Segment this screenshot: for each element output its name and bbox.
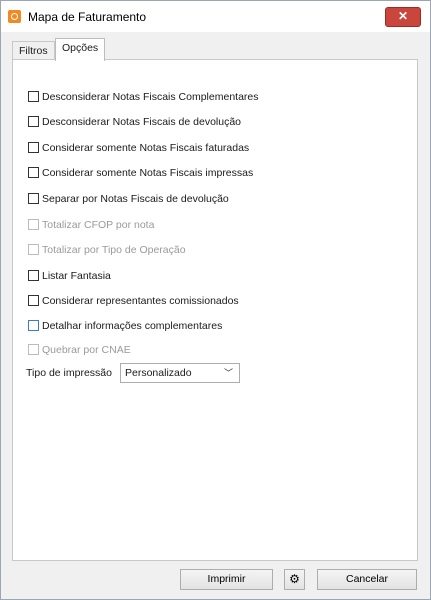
checkbox bbox=[28, 344, 39, 355]
close-button[interactable]: ✕ bbox=[385, 7, 421, 27]
option-totalizar-cfop: Totalizar CFOP por nota bbox=[28, 217, 154, 232]
window-title: Mapa de Faturamento bbox=[28, 10, 147, 24]
chevron-down-icon: ﹀ bbox=[223, 368, 233, 378]
print-type-label: Tipo de impressão bbox=[26, 367, 112, 379]
checkbox-label: Detalhar informações complementares bbox=[42, 319, 223, 332]
checkbox[interactable] bbox=[28, 116, 39, 127]
option-somente-nf-impressas[interactable]: Considerar somente Notas Fiscais impress… bbox=[28, 165, 253, 180]
print-type-value: Personalizado bbox=[125, 367, 192, 379]
tab-opcoes[interactable]: Opções bbox=[55, 38, 106, 61]
option-desconsiderar-nf-complementares[interactable]: Desconsiderar Notas Fiscais Complementar… bbox=[28, 89, 259, 104]
options-panel bbox=[12, 59, 418, 561]
tab-filtros[interactable]: Filtros bbox=[12, 41, 55, 60]
checkbox-label: Listar Fantasia bbox=[42, 269, 111, 282]
checkbox[interactable] bbox=[28, 167, 39, 178]
checkbox[interactable] bbox=[28, 91, 39, 102]
title-bar: Mapa de Faturamento ✕ bbox=[1, 1, 430, 32]
checkbox bbox=[28, 244, 39, 255]
checkbox[interactable] bbox=[28, 142, 39, 153]
option-separar-nf-devolucao[interactable]: Separar por Notas Fiscais de devolução bbox=[28, 191, 229, 206]
print-button[interactable]: Imprimir bbox=[180, 569, 273, 590]
checkbox-label: Considerar somente Notas Fiscais faturad… bbox=[42, 141, 250, 154]
checkbox-label: Considerar representantes comissionados bbox=[42, 294, 239, 307]
checkbox-label: Considerar somente Notas Fiscais impress… bbox=[42, 166, 254, 179]
option-quebrar-cnae: Quebrar por CNAE bbox=[28, 342, 131, 357]
dialog-window: Mapa de Faturamento ✕ Filtros Opções Des… bbox=[0, 0, 431, 600]
checkbox[interactable] bbox=[28, 320, 39, 331]
option-listar-fantasia[interactable]: Listar Fantasia bbox=[28, 268, 111, 283]
checkbox bbox=[28, 219, 39, 230]
app-icon bbox=[8, 10, 21, 23]
checkbox-label: Totalizar por Tipo de Operação bbox=[42, 243, 186, 256]
cancel-button[interactable]: Cancelar bbox=[317, 569, 417, 590]
checkbox-label: Separar por Notas Fiscais de devolução bbox=[42, 192, 229, 205]
checkbox[interactable] bbox=[28, 193, 39, 204]
checkbox[interactable] bbox=[28, 270, 39, 281]
checkbox-label: Desconsiderar Notas Fiscais de devolução bbox=[42, 115, 242, 128]
option-representantes-comissionados[interactable]: Considerar representantes comissionados bbox=[28, 293, 239, 308]
checkbox[interactable] bbox=[28, 295, 39, 306]
checkbox-label: Totalizar CFOP por nota bbox=[42, 218, 155, 231]
checkbox-label: Desconsiderar Notas Fiscais Complementar… bbox=[42, 90, 259, 103]
gear-icon[interactable]: ⚙ bbox=[284, 569, 305, 590]
option-somente-nf-faturadas[interactable]: Considerar somente Notas Fiscais faturad… bbox=[28, 140, 249, 155]
option-desconsiderar-nf-devolucao[interactable]: Desconsiderar Notas Fiscais de devolução bbox=[28, 114, 241, 129]
checkbox-label: Quebrar por CNAE bbox=[42, 343, 131, 356]
option-detalhar-informacoes[interactable]: Detalhar informações complementares bbox=[28, 318, 222, 333]
option-totalizar-tipo-operacao: Totalizar por Tipo de Operação bbox=[28, 242, 186, 257]
print-type-select[interactable]: Personalizado ﹀ bbox=[120, 363, 240, 383]
